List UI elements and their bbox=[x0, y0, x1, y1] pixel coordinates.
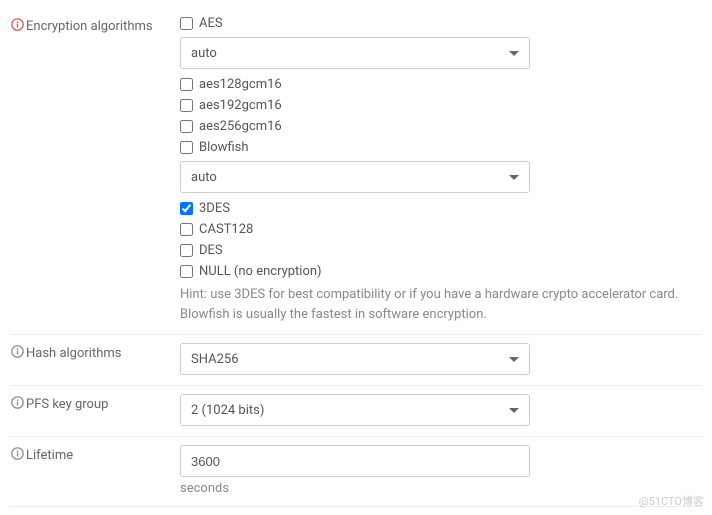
lifetime-input[interactable] bbox=[180, 445, 530, 477]
aes256gcm16-label: aes256gcm16 bbox=[199, 119, 282, 134]
pfs-label: PFS key group bbox=[10, 394, 180, 412]
des-row: DES bbox=[180, 243, 702, 258]
lifetime-unit: seconds bbox=[180, 481, 702, 496]
hash-label-text: Hash algorithms bbox=[26, 346, 121, 361]
threedes-checkbox[interactable] bbox=[180, 202, 193, 215]
chevron-down-icon bbox=[509, 51, 519, 56]
encryption-options: AES auto aes128gcm16 aes192gcm16 aes256g… bbox=[180, 16, 702, 324]
blowfish-selector-value: auto bbox=[191, 170, 217, 185]
hash-label: Hash algorithms bbox=[10, 343, 180, 361]
aes128gcm16-row: aes128gcm16 bbox=[180, 77, 702, 92]
cast128-label: CAST128 bbox=[199, 222, 253, 237]
pfs-selector-value: 2 (1024 bits) bbox=[191, 403, 264, 418]
aes256gcm16-row: aes256gcm16 bbox=[180, 119, 702, 134]
threedes-row: 3DES bbox=[180, 201, 702, 216]
encryption-hint: Hint: use 3DES for best compatibility or… bbox=[180, 285, 702, 324]
chevron-down-icon bbox=[509, 408, 519, 413]
info-icon bbox=[10, 447, 24, 461]
pfs-selector[interactable]: 2 (1024 bits) bbox=[180, 394, 530, 426]
aes-label: AES bbox=[199, 16, 223, 31]
aes128gcm16-label: aes128gcm16 bbox=[199, 77, 282, 92]
hash-selector-value: SHA256 bbox=[191, 352, 239, 367]
aes-selector[interactable]: auto bbox=[180, 37, 530, 69]
blowfish-label: Blowfish bbox=[199, 140, 249, 155]
watermark: @51CTO博客 bbox=[639, 493, 704, 509]
chevron-down-icon bbox=[509, 357, 519, 362]
info-icon bbox=[10, 345, 24, 359]
pfs-input-col: 2 (1024 bits) bbox=[180, 394, 702, 426]
aes192gcm16-checkbox[interactable] bbox=[180, 99, 193, 112]
des-label: DES bbox=[199, 243, 223, 258]
cast128-row: CAST128 bbox=[180, 222, 702, 237]
cast128-checkbox[interactable] bbox=[180, 223, 193, 236]
pfs-key-group-row: PFS key group 2 (1024 bits) bbox=[10, 386, 702, 437]
nullenc-row: NULL (no encryption) bbox=[180, 264, 702, 279]
aes128gcm16-checkbox[interactable] bbox=[180, 78, 193, 91]
chevron-down-icon bbox=[509, 175, 519, 180]
aes-row: AES bbox=[180, 16, 702, 31]
aes192gcm16-label: aes192gcm16 bbox=[199, 98, 282, 113]
nullenc-checkbox[interactable] bbox=[180, 265, 193, 278]
lifetime-input-col: seconds bbox=[180, 445, 702, 496]
hash-algorithms-row: Hash algorithms SHA256 bbox=[10, 335, 702, 386]
info-icon bbox=[10, 18, 24, 32]
blowfish-selector[interactable]: auto bbox=[180, 161, 530, 193]
lifetime-label: Lifetime bbox=[10, 445, 180, 463]
pfs-label-text: PFS key group bbox=[26, 397, 108, 412]
info-icon bbox=[10, 396, 24, 410]
encryption-label-text: Encryption algorithms bbox=[26, 19, 153, 34]
lifetime-label-text: Lifetime bbox=[26, 448, 73, 463]
aes-selector-value: auto bbox=[191, 46, 217, 61]
hash-selector[interactable]: SHA256 bbox=[180, 343, 530, 375]
encryption-label: Encryption algorithms bbox=[10, 16, 180, 34]
threedes-label: 3DES bbox=[199, 201, 230, 216]
encryption-algorithms-row: Encryption algorithms AES auto aes128gcm… bbox=[10, 8, 702, 335]
nullenc-label: NULL (no encryption) bbox=[199, 264, 322, 279]
des-checkbox[interactable] bbox=[180, 244, 193, 257]
aes192gcm16-row: aes192gcm16 bbox=[180, 98, 702, 113]
blowfish-row: Blowfish bbox=[180, 140, 702, 155]
lifetime-row: Lifetime seconds bbox=[10, 437, 702, 507]
aes256gcm16-checkbox[interactable] bbox=[180, 120, 193, 133]
aes-checkbox[interactable] bbox=[180, 17, 193, 30]
blowfish-checkbox[interactable] bbox=[180, 141, 193, 154]
hash-input-col: SHA256 bbox=[180, 343, 702, 375]
